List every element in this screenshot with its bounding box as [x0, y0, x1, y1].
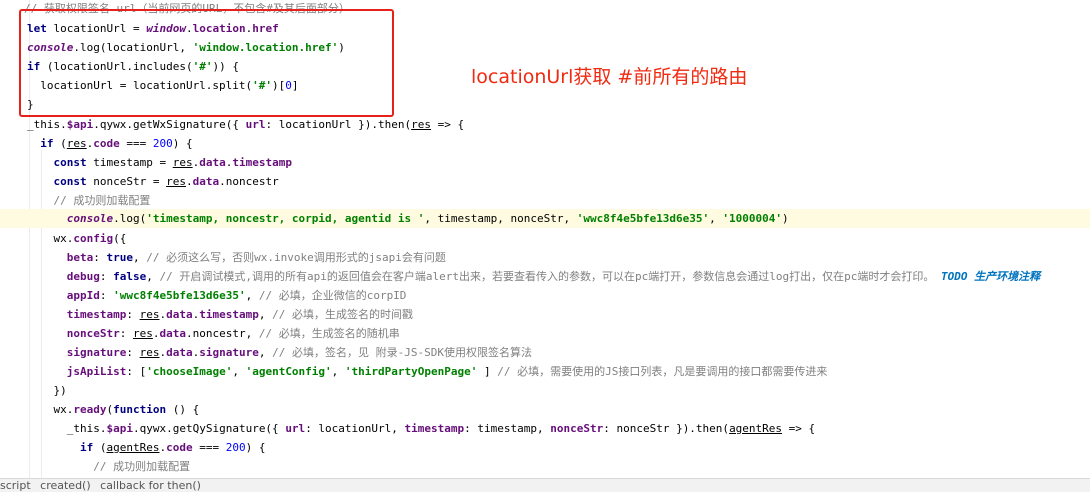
code-line-comment-load-2[interactable]: // 成功则加载配置	[27, 457, 190, 476]
annotation-text: locationUrl获取 #前所有的路由	[471, 66, 748, 88]
code-line-appid[interactable]: appId: 'wwc8f4e5bfe13d6e35', // 必填，企业微信的…	[27, 286, 407, 305]
code-line-wx-ready[interactable]: wx.ready(function () {	[27, 400, 199, 419]
code-line-if-agentres[interactable]: if (agentRes.code === 200) {	[27, 438, 265, 457]
code-line-get-signature[interactable]: _this.$api.qywx.getWxSignature({ url: lo…	[27, 115, 464, 134]
breadcrumb-item-created[interactable]: created()	[40, 479, 90, 492]
code-line-get-qy-signature[interactable]: _this.$api.qywx.getQySignature({ url: lo…	[27, 419, 815, 438]
code-line-beta[interactable]: beta: true, // 必须这么写，否则wx.invoke调用形式的jsa…	[27, 248, 446, 267]
code-line-config-close[interactable]: })	[27, 381, 66, 400]
code-line-const-noncestr[interactable]: const nonceStr = res.data.noncestr	[27, 172, 279, 191]
code-line-timestamp-prop[interactable]: timestamp: res.data.timestamp, // 必填，生成签…	[27, 305, 413, 324]
breadcrumb: script created() callback for then()	[0, 478, 1090, 492]
code-line-noncestr-prop[interactable]: nonceStr: res.data.noncestr, // 必填，生成签名的…	[27, 324, 400, 343]
code-line-console-timestamp[interactable]: console.log('timestamp, noncestr, corpid…	[0, 209, 1090, 228]
code-line-if-res-code[interactable]: if (res.code === 200) {	[27, 134, 192, 153]
todo-marker: TODO 生产环境注释	[934, 270, 1041, 283]
code-line-debug[interactable]: debug: false, // 开启调试模式,调用的所有api的返回值会在客户…	[27, 267, 1040, 286]
editor-gutter[interactable]	[0, 0, 14, 478]
code-line-jsapilist[interactable]: jsApiList: ['chooseImage', 'agentConfig'…	[27, 362, 828, 381]
breadcrumb-item-script[interactable]: script	[0, 479, 31, 492]
code-editor[interactable]: // 获取权限签名 url（当前网页的URL，不包含#及其后面部分） let l…	[0, 0, 1090, 478]
highlight-box	[19, 9, 394, 117]
code-line-comment-load[interactable]: // 成功则加载配置	[27, 191, 150, 210]
code-line-const-timestamp[interactable]: const timestamp = res.data.timestamp	[27, 153, 292, 172]
code-line-signature-prop[interactable]: signature: res.data.signature, // 必填，签名，…	[27, 343, 532, 362]
code-line-wx-config[interactable]: wx.config({	[27, 229, 126, 248]
breadcrumb-item-callback[interactable]: callback for then()	[100, 479, 201, 492]
